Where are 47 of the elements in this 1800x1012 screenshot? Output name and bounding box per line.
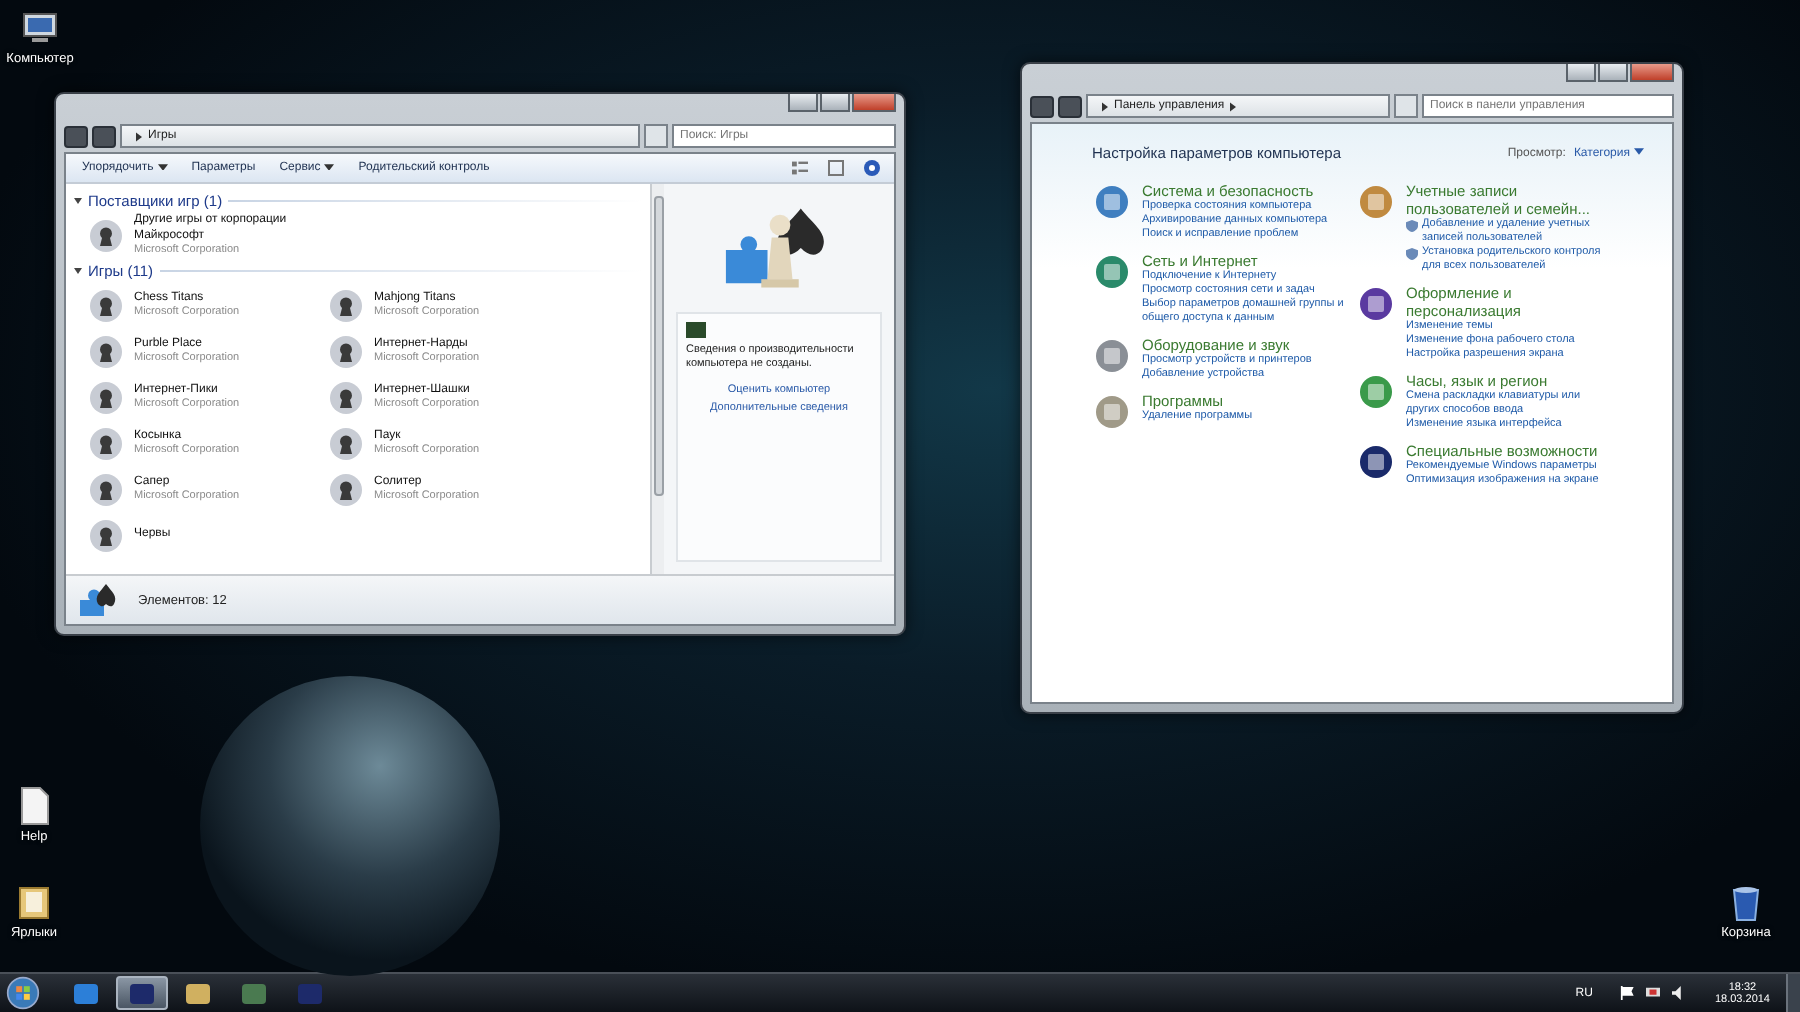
game-icon[interactable] bbox=[326, 423, 366, 463]
close-button[interactable] bbox=[1630, 64, 1674, 82]
category-icon[interactable] bbox=[1356, 284, 1396, 324]
expand-icon[interactable] bbox=[74, 268, 82, 274]
game-icon[interactable] bbox=[86, 469, 126, 509]
maximize-button[interactable] bbox=[820, 94, 850, 112]
expand-icon[interactable] bbox=[74, 198, 82, 204]
refresh-button[interactable] bbox=[644, 124, 668, 148]
network-icon[interactable] bbox=[1646, 986, 1661, 1000]
close-button[interactable] bbox=[852, 94, 896, 112]
caret-icon bbox=[1634, 148, 1644, 156]
maximize-button[interactable] bbox=[1598, 64, 1628, 82]
game-icon[interactable] bbox=[326, 285, 366, 325]
game-icon[interactable] bbox=[326, 331, 366, 371]
flag-icon[interactable] bbox=[1620, 986, 1635, 1000]
back-button[interactable] bbox=[1030, 95, 1054, 117]
game-icon[interactable] bbox=[86, 215, 126, 255]
view-icon[interactable] bbox=[792, 160, 808, 176]
start-button[interactable] bbox=[6, 976, 40, 1010]
forward-button[interactable] bbox=[1058, 95, 1082, 117]
window-icon bbox=[296, 981, 324, 1005]
folder-icon[interactable] bbox=[14, 882, 54, 922]
forward-button[interactable] bbox=[92, 125, 116, 147]
game-icon[interactable] bbox=[86, 377, 126, 417]
category-icon[interactable] bbox=[1356, 442, 1396, 482]
game-icon[interactable] bbox=[326, 377, 366, 417]
window-icon bbox=[128, 981, 156, 1005]
back-button[interactable] bbox=[64, 125, 88, 147]
preview-pane-icon[interactable] bbox=[828, 160, 844, 176]
game-icon[interactable] bbox=[86, 331, 126, 371]
game-icon[interactable] bbox=[326, 469, 366, 509]
chevron-icon bbox=[136, 131, 142, 141]
refresh-button[interactable] bbox=[1394, 94, 1418, 118]
games-icon bbox=[78, 580, 118, 620]
chevron-icon bbox=[1230, 101, 1237, 111]
chevron-icon bbox=[1102, 101, 1108, 111]
game-icon[interactable] bbox=[86, 515, 126, 555]
help-icon[interactable] bbox=[864, 160, 880, 176]
speaker-icon[interactable] bbox=[1672, 986, 1687, 1000]
game-icon[interactable] bbox=[86, 423, 126, 463]
monitor-icon bbox=[686, 322, 706, 338]
minimize-button[interactable] bbox=[1566, 64, 1596, 82]
minimize-button[interactable] bbox=[788, 94, 818, 112]
computer-icon[interactable] bbox=[20, 8, 60, 48]
scrollbar[interactable] bbox=[650, 184, 664, 574]
game-icon[interactable] bbox=[86, 285, 126, 325]
taskbar-button[interactable] bbox=[116, 976, 168, 1010]
